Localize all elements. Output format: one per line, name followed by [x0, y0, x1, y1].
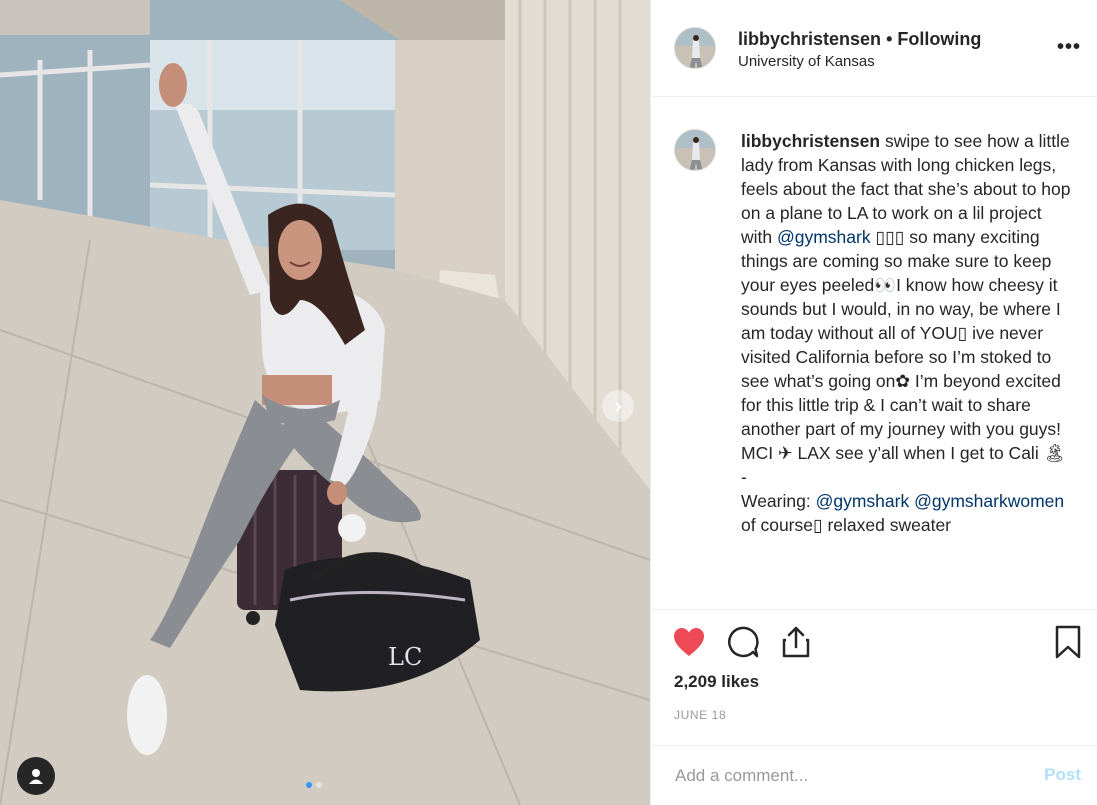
share-button[interactable]	[778, 624, 814, 660]
mention-link[interactable]: @gymshark	[777, 227, 871, 247]
caption-avatar[interactable]	[674, 129, 716, 171]
mention-link[interactable]: @gymsharkwomen	[914, 491, 1064, 511]
avatar[interactable]	[674, 27, 716, 69]
header-username-line: libbychristensen • Following	[738, 29, 981, 50]
post-photo[interactable]: LC ›	[0, 0, 650, 805]
comment-button[interactable]	[724, 624, 760, 660]
bookmark-icon	[1055, 625, 1081, 659]
post-details-panel: libbychristensen • Following University …	[650, 0, 1097, 805]
bookmark-button[interactable]	[1050, 624, 1086, 660]
caption-part-3: Wearing:	[741, 491, 816, 511]
post-date[interactable]: JUNE 18	[674, 708, 726, 722]
caption-part-4: of course▯ relaxed sweater	[741, 515, 952, 535]
post-comment-button[interactable]: Post	[1044, 765, 1081, 785]
heart-icon	[674, 628, 704, 656]
comment-icon	[728, 626, 759, 658]
avatar-image	[675, 130, 715, 170]
share-icon	[782, 626, 810, 658]
likes-count[interactable]: 2,209 likes	[674, 672, 759, 692]
caption-text: libbychristensen swipe to see how a litt…	[741, 129, 1071, 537]
location-link[interactable]: University of Kansas	[738, 53, 875, 70]
caption-username-link[interactable]: libbychristensen	[741, 131, 880, 151]
username-link[interactable]: libbychristensen	[738, 29, 881, 49]
next-photo-button[interactable]: ›	[602, 390, 634, 422]
post-actions: 2,209 likes JUNE 18	[651, 609, 1097, 749]
header-separator: •	[886, 29, 893, 49]
post-header: libbychristensen • Following University …	[651, 0, 1097, 97]
comment-form: Post	[651, 745, 1097, 805]
avatar-image	[675, 28, 715, 68]
carousel-dot-2	[316, 782, 322, 788]
mention-link[interactable]: @gymshark	[816, 491, 910, 511]
user-tag-icon	[29, 769, 43, 784]
more-options-button[interactable]: •••	[1057, 36, 1081, 59]
comment-input[interactable]	[673, 762, 1007, 790]
user-tags-button[interactable]	[17, 757, 55, 795]
following-button[interactable]: Following	[897, 29, 981, 49]
svg-text:LC: LC	[388, 643, 422, 671]
comments-section[interactable]: libbychristensen swipe to see how a litt…	[651, 97, 1097, 609]
carousel-indicator	[306, 782, 322, 788]
photo-image: LC	[0, 0, 650, 805]
like-button[interactable]	[671, 624, 707, 660]
caption-dash: -	[741, 467, 747, 487]
chevron-right-icon: ›	[614, 393, 622, 418]
carousel-dot-1	[306, 782, 312, 788]
caption-part-2: ▯▯▯ so many exciting things are coming s…	[741, 227, 1066, 463]
